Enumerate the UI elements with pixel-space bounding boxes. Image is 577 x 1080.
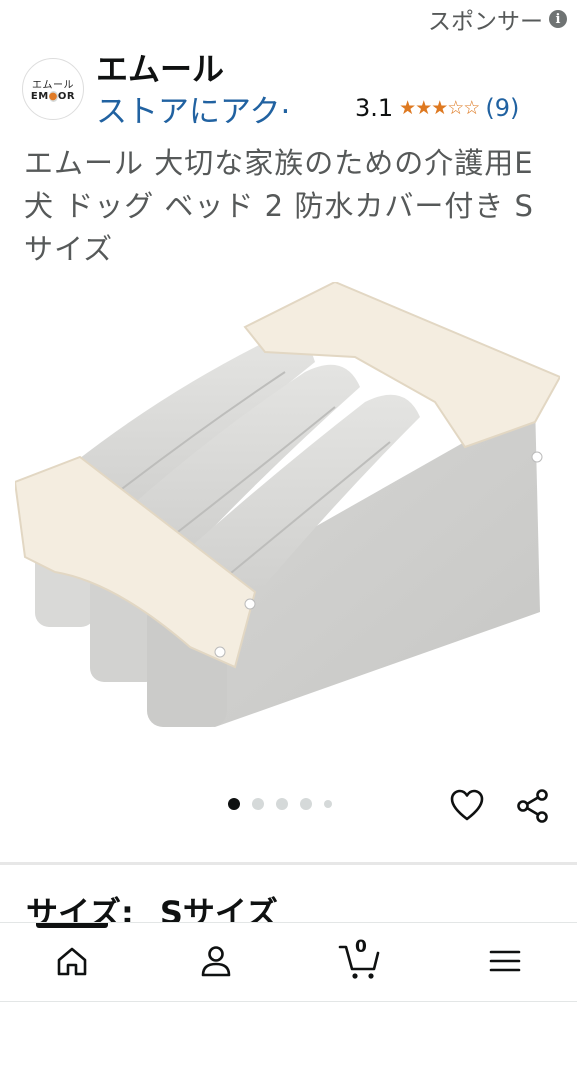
- store-link[interactable]: ストアにアク·: [96, 86, 290, 131]
- logo-text-en: EM●OR: [30, 91, 76, 102]
- brand-row: エムール EM●OR エムール ストアにアク· 3.1 ★★★☆☆ (9): [22, 44, 557, 130]
- bottom-navbar: 0: [0, 922, 577, 1002]
- section-divider: [0, 862, 577, 865]
- nav-menu[interactable]: [485, 941, 525, 981]
- carousel-dot[interactable]: [276, 798, 288, 810]
- carousel-dot[interactable]: [300, 798, 312, 810]
- rating[interactable]: 3.1 ★★★☆☆ (9): [355, 94, 519, 122]
- home-icon: [57, 947, 87, 976]
- carousel-dot[interactable]: [228, 798, 240, 810]
- menu-icon: [489, 950, 521, 972]
- sponsored-label[interactable]: スポンサー i: [428, 2, 567, 36]
- cart-count: 0: [355, 937, 367, 957]
- account-icon: [201, 946, 231, 977]
- carousel-dots[interactable]: [228, 798, 332, 810]
- brand-logo[interactable]: エムール EM●OR: [22, 58, 84, 120]
- share-icon[interactable]: [515, 788, 551, 824]
- nav-cart[interactable]: 0: [338, 937, 382, 981]
- rating-count[interactable]: (9): [485, 94, 519, 122]
- logo-text-jp: エムール: [32, 80, 74, 91]
- rating-value: 3.1: [355, 94, 394, 122]
- product-image[interactable]: [15, 282, 560, 737]
- carousel-dot[interactable]: [324, 800, 332, 808]
- nav-active-indicator: [36, 923, 108, 928]
- nav-home[interactable]: [52, 941, 92, 981]
- heart-icon[interactable]: [449, 788, 485, 824]
- product-title[interactable]: エムール 大切な家族のための介護用E 犬 ドッグ ベッド 2 防水カバー付き S…: [24, 142, 537, 271]
- star-rating-icon: ★★★☆☆: [399, 97, 480, 119]
- sponsored-text: スポンサー: [428, 9, 543, 35]
- carousel-dot[interactable]: [252, 798, 264, 810]
- brand-name: エムール: [96, 50, 225, 88]
- info-icon[interactable]: i: [549, 10, 567, 28]
- nav-account[interactable]: [196, 941, 236, 981]
